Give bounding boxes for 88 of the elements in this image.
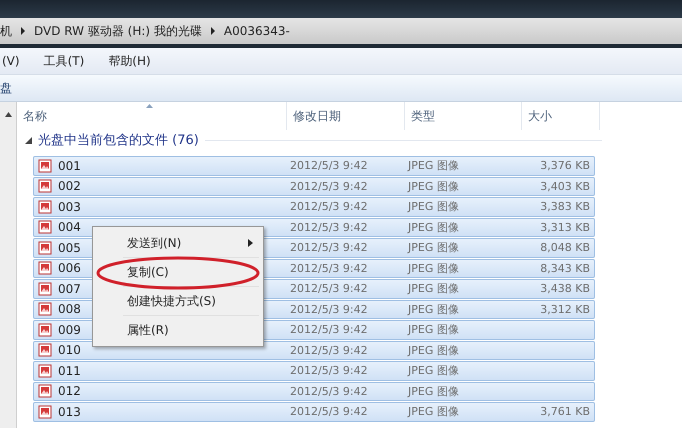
column-header[interactable]: 名称: [17, 102, 287, 130]
file-row[interactable]: 013 2012/5/3 9:42 JPEG 图像 3,761 KB: [33, 402, 595, 422]
date-cell-text: 2012/5/3 9:42: [290, 241, 369, 254]
column-header[interactable]: 类型: [405, 102, 522, 130]
image-file-icon: [38, 404, 52, 419]
group-title[interactable]: 光盘中当前包含的文件 (76): [38, 131, 199, 149]
date-cell-text: 2012/5/3 9:42: [290, 180, 369, 193]
breadcrumb[interactable]: 机: [0, 22, 12, 40]
type-cell-text: JPEG 图像: [408, 178, 460, 194]
file-name: 003: [58, 200, 81, 214]
type-cell-text: JPEG 图像: [408, 363, 460, 378]
scrollbar[interactable]: [0, 102, 17, 428]
column-header[interactable]: 大小: [522, 102, 600, 130]
file-row[interactable]: 002 2012/5/3 9:42 JPEG 图像 3,403 KB: [33, 176, 595, 196]
chevron-icon[interactable]: [210, 27, 216, 35]
date-cell-text: 2012/5/3 9:42: [290, 344, 369, 357]
image-file-icon: [38, 364, 52, 378]
image-file-icon: [38, 200, 52, 214]
sort-arrow-icon: [146, 104, 154, 108]
column-header[interactable]: 修改日期: [287, 102, 405, 130]
image-file-icon: [38, 158, 52, 173]
file-row[interactable]: 011 2012/5/3 9:42 JPEG 图像: [33, 361, 595, 380]
toolbar-button[interactable]: 盘: [0, 80, 12, 96]
image-file-icon: [38, 261, 52, 276]
type-cell-text: JPEG 图像: [408, 404, 460, 420]
image-file-icon: [38, 240, 52, 255]
date-cell-text: 2012/5/3 9:42: [290, 384, 369, 398]
type-cell-text: JPEG 图像: [408, 240, 460, 256]
file-name: 001: [58, 158, 81, 173]
size-cell-text: 8,048 KB: [539, 241, 590, 254]
type-cell-text: JPEG 图像: [408, 384, 460, 399]
type-cell-text: JPEG 图像: [408, 302, 460, 317]
file-row[interactable]: 001 2012/5/3 9:42 JPEG 图像 3,376 KB: [33, 156, 595, 176]
file-row[interactable]: 012 2012/5/3 9:42 JPEG 图像: [33, 382, 595, 401]
date-cell-text: 2012/5/3 9:42: [290, 282, 369, 296]
file-name: 007: [58, 282, 81, 296]
date-cell-text: 2012/5/3 9:42: [290, 364, 369, 378]
image-file-icon: [38, 282, 52, 296]
size-cell-text: 3,312 KB: [539, 302, 590, 316]
chevron-icon[interactable]: [20, 27, 26, 35]
file-name: 008: [58, 302, 81, 316]
file-name: 012: [58, 384, 81, 398]
type-cell-text: JPEG 图像: [408, 342, 460, 358]
date-cell-text: 2012/5/3 9:42: [290, 302, 369, 316]
date-cell-text: 2012/5/3 9:42: [290, 200, 369, 214]
menu-item[interactable]: 工具(T): [42, 50, 86, 72]
date-cell-text: 2012/5/3 9:42: [290, 405, 369, 418]
type-cell-text: JPEG 图像: [408, 281, 460, 296]
up-arrow-icon[interactable]: [4, 112, 12, 117]
menu-item[interactable]: (V): [0, 52, 22, 70]
image-file-icon: [38, 220, 52, 234]
menu-item[interactable]: 帮助(H): [106, 50, 153, 72]
type-cell-text: JPEG 图像: [408, 322, 460, 338]
file-name: 013: [58, 404, 81, 419]
size-cell-text: 3,761 KB: [539, 405, 590, 418]
file-name: 011: [58, 364, 81, 378]
type-cell-text: JPEG 图像: [408, 220, 460, 235]
file-name: 005: [58, 240, 81, 255]
size-cell-text: 3,313 KB: [539, 220, 590, 234]
type-cell-text: JPEG 图像: [408, 199, 460, 214]
file-name: 006: [58, 261, 81, 276]
type-cell-text: JPEG 图像: [408, 260, 460, 276]
image-file-icon: [38, 343, 52, 358]
date-cell-text: 2012/5/3 9:42: [290, 262, 369, 275]
collapse-triangle-icon[interactable]: [25, 136, 32, 144]
type-cell-text: JPEG 图像: [408, 158, 460, 174]
image-file-icon: [38, 384, 52, 398]
file-name: 009: [58, 322, 81, 337]
size-cell-text: 8,343 KB: [539, 262, 590, 275]
address-bar[interactable]: 机 DVD RW 驱动器 (H:) 我的光碟 A0036343-: [0, 18, 682, 48]
image-file-icon: [38, 179, 52, 194]
date-cell-text: 2012/5/3 9:42: [290, 159, 369, 172]
image-file-icon: [38, 302, 52, 316]
breadcrumb[interactable]: A0036343-: [224, 24, 290, 38]
date-cell-text: 2012/5/3 9:42: [290, 323, 369, 336]
size-cell-text: 3,383 KB: [539, 200, 590, 214]
file-name: 002: [58, 179, 81, 194]
file-name: 004: [58, 220, 81, 234]
file-name: 010: [58, 343, 81, 358]
date-cell-text: 2012/5/3 9:42: [290, 220, 369, 234]
submenu-arrow-icon: [248, 239, 253, 247]
breadcrumb[interactable]: DVD RW 驱动器 (H:) 我的光碟: [34, 22, 202, 40]
size-cell-text: 3,403 KB: [539, 180, 590, 193]
image-file-icon: [38, 322, 52, 337]
size-cell-text: 3,376 KB: [539, 159, 590, 172]
context-menu-item[interactable]: 复制(C): [95, 258, 261, 286]
file-row[interactable]: 003 2012/5/3 9:42 JPEG 图像 3,383 KB: [33, 197, 595, 216]
size-cell-text: 3,438 KB: [539, 282, 590, 296]
